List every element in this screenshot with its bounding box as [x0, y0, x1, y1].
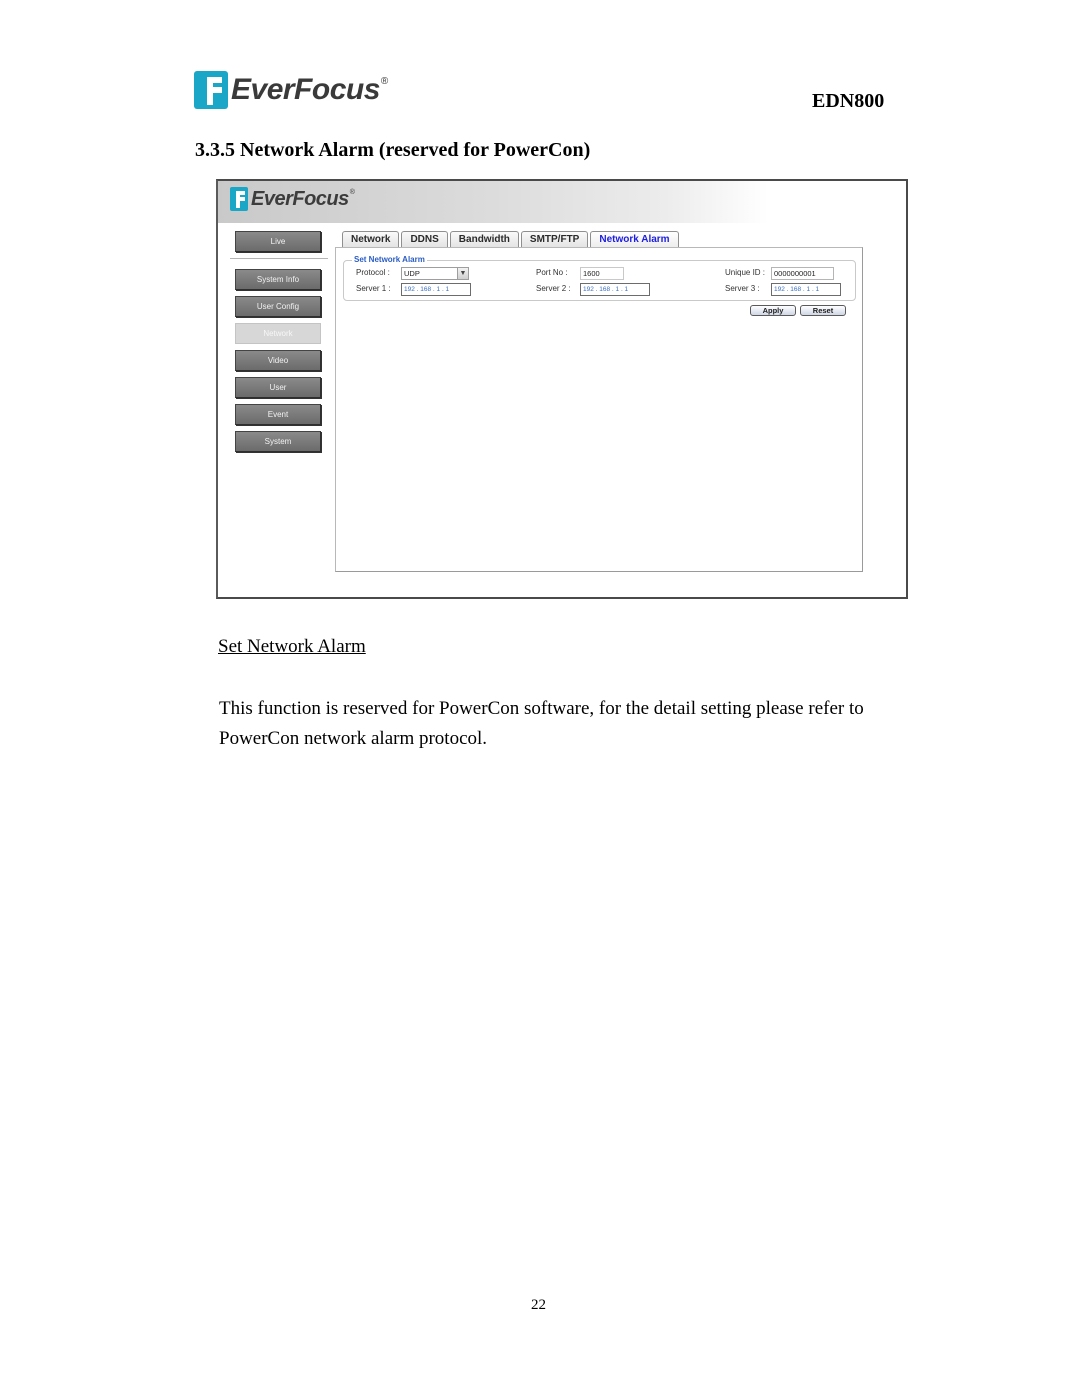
- registered-mark: ®: [349, 189, 355, 196]
- nav-video-button[interactable]: Video: [235, 350, 321, 371]
- description-paragraph: This function is reserved for PowerCon s…: [219, 698, 864, 749]
- nav-system-info-button[interactable]: System Info: [235, 269, 321, 290]
- server2-label: Server 2 :: [536, 284, 571, 293]
- nav-user-config-button[interactable]: User Config: [235, 296, 321, 317]
- registered-mark: ®: [380, 76, 389, 87]
- tab-smtp-ftp[interactable]: SMTP/FTP: [520, 231, 589, 248]
- protocol-select[interactable]: UDP ▼: [401, 267, 469, 280]
- model-name: EDN800: [812, 90, 885, 112]
- subheading: Set Network Alarm: [218, 636, 366, 657]
- everfocus-logo-icon: [230, 187, 248, 211]
- content-panel: Set Network Alarm Protocol : UDP ▼ Port …: [335, 247, 863, 572]
- protocol-label: Protocol :: [356, 268, 390, 277]
- chevron-down-icon[interactable]: ▼: [457, 268, 468, 279]
- unique-id-input[interactable]: 0000000001: [771, 267, 834, 280]
- server1-ip-input[interactable]: 192 . 168 . 1 . 1: [401, 283, 471, 296]
- apply-button[interactable]: Apply: [750, 305, 796, 316]
- logo-text: EverFocus: [231, 73, 380, 106]
- everfocus-logo: EverFocus ®: [194, 70, 388, 110]
- group-legend: Set Network Alarm: [352, 255, 427, 264]
- nav-system-button[interactable]: System: [235, 431, 321, 452]
- set-network-alarm-group: Set Network Alarm Protocol : UDP ▼ Port …: [343, 255, 856, 301]
- tab-network-alarm[interactable]: Network Alarm: [590, 231, 679, 248]
- nav-user-button[interactable]: User: [235, 377, 321, 398]
- port-label: Port No :: [536, 268, 568, 277]
- unique-id-label: Unique ID :: [725, 268, 766, 277]
- page-number: 22: [531, 1297, 546, 1313]
- everfocus-logo-icon: [194, 71, 228, 109]
- tab-network[interactable]: Network: [342, 231, 400, 248]
- reset-button[interactable]: Reset: [800, 305, 846, 316]
- network-tabs: Network DDNS Bandwidth SMTP/FTP Network …: [342, 231, 679, 248]
- server1-label: Server 1 :: [356, 284, 391, 293]
- nav-network-button[interactable]: Network: [235, 323, 321, 344]
- web-ui-logo-text: EverFocus: [251, 187, 349, 210]
- tab-bandwidth[interactable]: Bandwidth: [449, 231, 519, 248]
- web-ui-header: EverFocus ®: [218, 181, 906, 223]
- web-ui-logo: EverFocus ®: [230, 187, 355, 211]
- nav-event-button[interactable]: Event: [235, 404, 321, 425]
- protocol-value: UDP: [404, 269, 420, 278]
- server2-ip-input[interactable]: 192 . 168 . 1 . 1: [580, 283, 650, 296]
- port-input[interactable]: 1600: [580, 267, 624, 280]
- ui-screenshot: EverFocus ® Live System Info User Config…: [216, 179, 908, 599]
- section-title: 3.3.5 Network Alarm (reserved for PowerC…: [195, 139, 591, 161]
- nav-live-button[interactable]: Live: [235, 231, 321, 252]
- server3-label: Server 3 :: [725, 284, 760, 293]
- tab-ddns[interactable]: DDNS: [401, 231, 448, 248]
- server3-ip-input[interactable]: 192 . 168 . 1 . 1: [771, 283, 841, 296]
- sidebar-divider: [230, 258, 328, 259]
